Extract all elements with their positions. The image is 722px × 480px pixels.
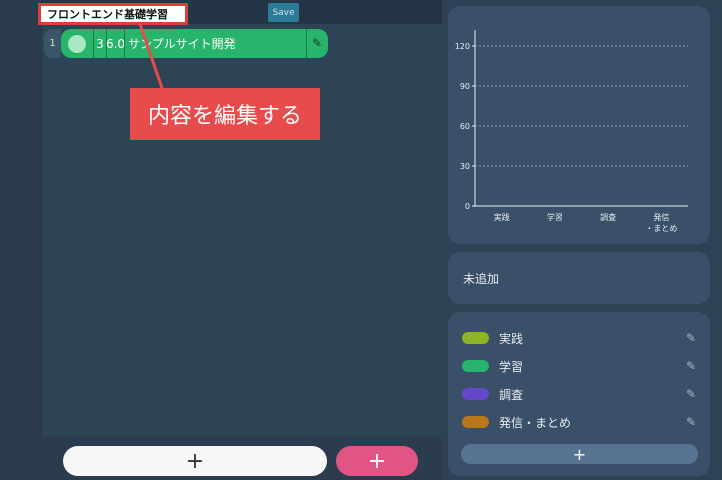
x-tick-label: 実践	[494, 212, 510, 222]
save-button-label: Save	[272, 7, 295, 18]
task-toggle[interactable]	[68, 35, 86, 53]
pencil-icon[interactable]: ✎	[686, 415, 696, 429]
task-hours-cell[interactable]: 6.0	[106, 29, 125, 58]
add-legend-button[interactable]: +	[461, 444, 698, 464]
plus-icon: +	[185, 448, 205, 474]
project-title: フロントエンド基礎学習	[47, 8, 168, 21]
x-tick-label: 発信	[653, 212, 669, 222]
bar-chart: 0 30 60 90 120 実践 学習 調査 発信・まとめ	[455, 30, 688, 233]
plus-icon: +	[572, 444, 587, 464]
x-tick-label: 学習	[547, 212, 563, 222]
task-count-cell[interactable]: 3	[93, 29, 106, 58]
legend-item[interactable]: 実践 ✎	[462, 328, 698, 348]
legend-color	[462, 388, 489, 400]
annotation-text: 内容を編集する	[147, 104, 302, 129]
main-panel	[42, 0, 442, 480]
status-card: 未追加	[448, 252, 710, 304]
pencil-icon[interactable]: ✎	[312, 36, 322, 50]
add-task-button[interactable]: +	[63, 446, 327, 476]
left-strip	[0, 0, 42, 480]
legend-item[interactable]: 調査 ✎	[462, 384, 698, 404]
legend-item[interactable]: 学習 ✎	[462, 356, 698, 376]
legend-label: 学習	[499, 359, 524, 374]
legend-color	[462, 416, 489, 428]
add-category-button[interactable]: +	[336, 446, 418, 476]
project-title-input[interactable]: フロントエンド基礎学習	[38, 3, 188, 25]
save-button[interactable]: Save	[268, 3, 299, 22]
legend-label: 調査	[499, 387, 524, 402]
legend-color	[462, 332, 489, 344]
legend-item[interactable]: 発信・まとめ ✎	[462, 412, 698, 432]
task-row[interactable]: 1 3 6.0 サンプルサイト開発 ✎	[44, 29, 328, 58]
task-name-cell[interactable]: サンプルサイト開発	[124, 29, 307, 58]
task-bar[interactable]: 3 6.0 サンプルサイト開発 ✎	[61, 29, 328, 58]
x-tick-label: 調査	[600, 212, 616, 222]
y-tick-label: 90	[460, 82, 470, 91]
status-text: 未追加	[463, 271, 500, 286]
legend-label: 発信・まとめ	[499, 415, 572, 430]
legend-card: 実践 ✎ 学習 ✎ 調査 ✎ 発信・まとめ ✎ +	[448, 312, 710, 476]
pencil-icon[interactable]: ✎	[686, 359, 696, 373]
annotation-callout: 内容を編集する	[130, 88, 320, 140]
task-number: 1	[44, 29, 61, 58]
x-tick-label: ・まとめ	[645, 224, 677, 233]
y-tick-label: 30	[460, 162, 470, 171]
y-tick-label: 0	[465, 202, 470, 211]
legend-color	[462, 360, 489, 372]
pencil-icon[interactable]: ✎	[686, 331, 696, 345]
legend-label: 実践	[499, 331, 524, 346]
y-tick-label: 60	[460, 122, 470, 131]
y-tick-label: 120	[455, 42, 470, 51]
plus-icon: +	[367, 448, 387, 474]
chart-card: 0 30 60 90 120 実践 学習 調査 発信・まとめ	[448, 6, 710, 244]
pencil-icon[interactable]: ✎	[686, 387, 696, 401]
